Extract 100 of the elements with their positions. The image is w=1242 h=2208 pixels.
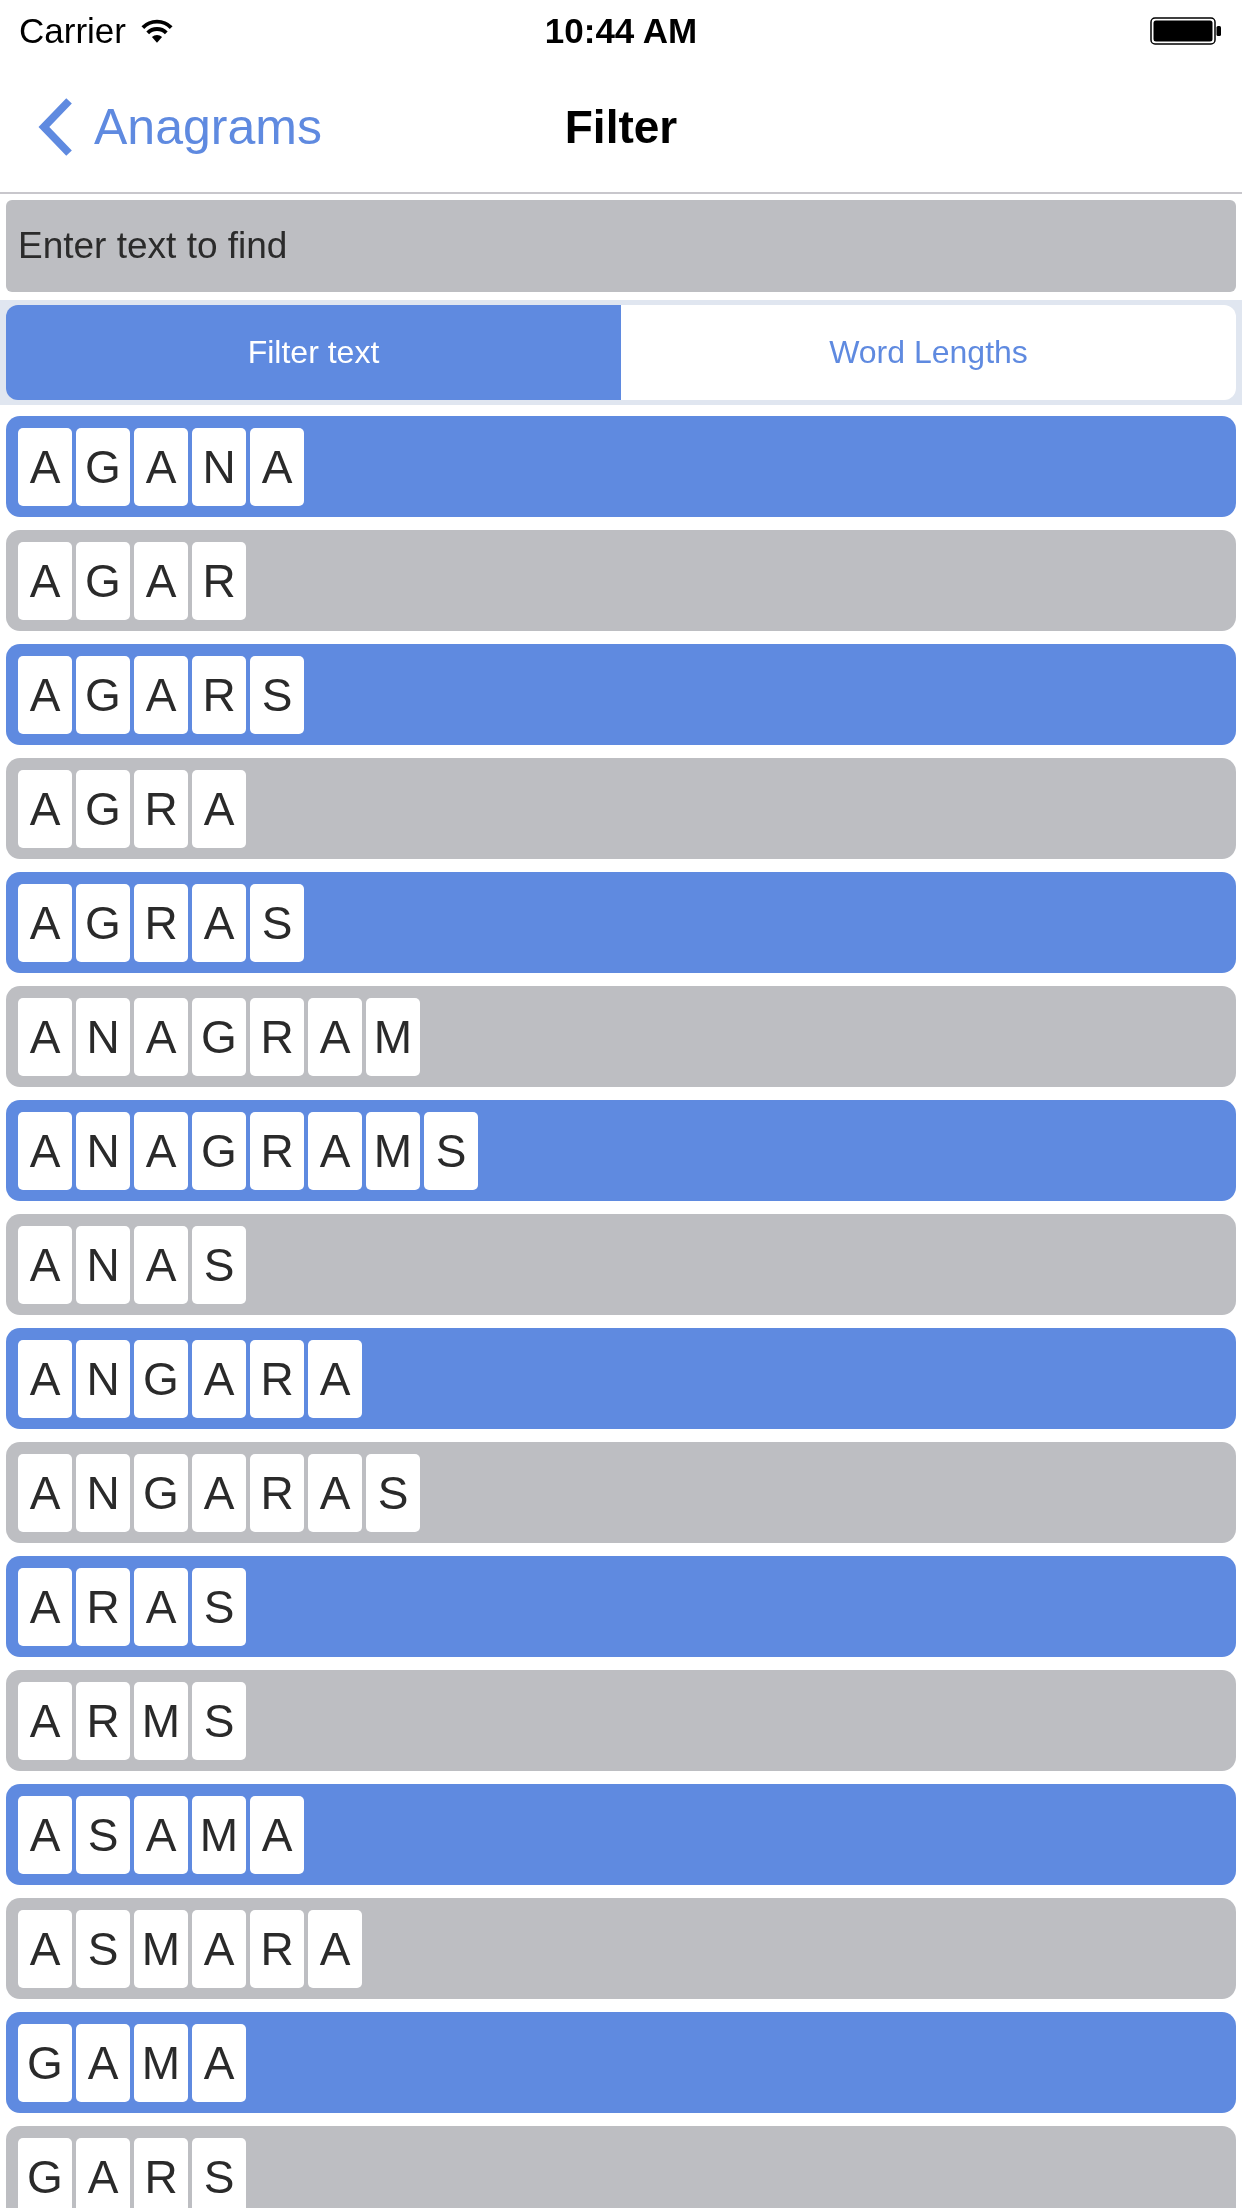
- letter-tile: R: [76, 1568, 130, 1646]
- letter-tile: A: [18, 1226, 72, 1304]
- letter-tile: R: [192, 542, 246, 620]
- letter-tile: A: [18, 542, 72, 620]
- letter-tile: G: [18, 2024, 72, 2102]
- word-row[interactable]: A N A G R A M: [6, 986, 1236, 1087]
- word-row[interactable]: A G A N A: [6, 416, 1236, 517]
- letter-tile: A: [134, 428, 188, 506]
- letter-tile: N: [76, 1454, 130, 1532]
- letter-tile: A: [192, 1454, 246, 1532]
- letter-tile: M: [134, 1910, 188, 1988]
- letter-tile: A: [134, 1796, 188, 1874]
- letter-tile: R: [250, 1910, 304, 1988]
- letter-tile: S: [76, 1910, 130, 1988]
- letter-tile: A: [18, 1112, 72, 1190]
- letter-tile: A: [18, 1682, 72, 1760]
- letter-tile: M: [366, 1112, 420, 1190]
- letter-tile: A: [134, 1568, 188, 1646]
- letter-tile: A: [308, 998, 362, 1076]
- letter-tile: A: [192, 1340, 246, 1418]
- letter-tile: G: [76, 428, 130, 506]
- letter-tile: M: [134, 2024, 188, 2102]
- letter-tile: S: [192, 1682, 246, 1760]
- letter-tile: S: [366, 1454, 420, 1532]
- letter-tile: A: [308, 1454, 362, 1532]
- letter-tile: A: [18, 428, 72, 506]
- letter-tile: A: [76, 2024, 130, 2102]
- letter-tile: G: [134, 1340, 188, 1418]
- letter-tile: R: [250, 1112, 304, 1190]
- letter-tile: A: [18, 1910, 72, 1988]
- letter-tile: A: [18, 770, 72, 848]
- letter-tile: A: [250, 428, 304, 506]
- letter-tile: S: [76, 1796, 130, 1874]
- letter-tile: S: [424, 1112, 478, 1190]
- letter-tile: A: [134, 656, 188, 734]
- letter-tile: G: [76, 656, 130, 734]
- letter-tile: N: [76, 998, 130, 1076]
- word-row[interactable]: A G A R S: [6, 644, 1236, 745]
- letter-tile: R: [250, 1454, 304, 1532]
- letter-tile: M: [366, 998, 420, 1076]
- letter-tile: A: [18, 1568, 72, 1646]
- word-row[interactable]: G A R S: [6, 2126, 1236, 2208]
- letter-tile: G: [76, 884, 130, 962]
- letter-tile: A: [134, 1112, 188, 1190]
- letter-tile: A: [192, 1910, 246, 1988]
- letter-tile: R: [134, 770, 188, 848]
- word-row[interactable]: A G R A: [6, 758, 1236, 859]
- letter-tile: A: [18, 1796, 72, 1874]
- letter-tile: G: [192, 1112, 246, 1190]
- letter-tile: A: [192, 770, 246, 848]
- letter-tile: S: [250, 656, 304, 734]
- letter-tile: N: [192, 428, 246, 506]
- word-row[interactable]: A N G A R A: [6, 1328, 1236, 1429]
- letter-tile: M: [134, 1682, 188, 1760]
- word-row[interactable]: A R M S: [6, 1670, 1236, 1771]
- word-row[interactable]: A S M A R A: [6, 1898, 1236, 1999]
- letter-tile: A: [134, 542, 188, 620]
- word-row[interactable]: A N A G R A M S: [6, 1100, 1236, 1201]
- letter-tile: S: [250, 884, 304, 962]
- letter-tile: R: [134, 2138, 188, 2208]
- letter-tile: N: [76, 1226, 130, 1304]
- word-row[interactable]: A R A S: [6, 1556, 1236, 1657]
- letter-tile: S: [192, 2138, 246, 2208]
- letter-tile: G: [192, 998, 246, 1076]
- letter-tile: M: [192, 1796, 246, 1874]
- letter-tile: A: [250, 1796, 304, 1874]
- letter-tile: A: [18, 1454, 72, 1532]
- letter-tile: A: [18, 884, 72, 962]
- word-row[interactable]: A N G A R A S: [6, 1442, 1236, 1543]
- letter-tile: A: [76, 2138, 130, 2208]
- letter-tile: A: [18, 998, 72, 1076]
- letter-tile: A: [134, 998, 188, 1076]
- letter-tile: A: [134, 1226, 188, 1304]
- search-field[interactable]: Enter text to find: [6, 200, 1236, 292]
- letter-tile: G: [76, 542, 130, 620]
- letter-tile: A: [18, 1340, 72, 1418]
- letter-tile: R: [76, 1682, 130, 1760]
- word-row[interactable]: A N A S: [6, 1214, 1236, 1315]
- letter-tile: R: [134, 884, 188, 962]
- word-row[interactable]: A S A M A: [6, 1784, 1236, 1885]
- letter-tile: R: [250, 998, 304, 1076]
- letter-tile: N: [76, 1112, 130, 1190]
- letter-tile: R: [250, 1340, 304, 1418]
- letter-tile: A: [308, 1340, 362, 1418]
- nav-title: Filter: [564, 100, 678, 154]
- letter-tile: A: [308, 1112, 362, 1190]
- battery-icon: [1150, 17, 1222, 45]
- letter-tile: S: [192, 1226, 246, 1304]
- letter-tile: R: [192, 656, 246, 734]
- word-row[interactable]: A G R A S: [6, 872, 1236, 973]
- carrier-label: Carrier: [19, 11, 126, 51]
- letter-tile: G: [18, 2138, 72, 2208]
- letter-tile: S: [192, 1568, 246, 1646]
- letter-tile: A: [192, 884, 246, 962]
- wifi-icon: [139, 18, 174, 44]
- letter-tile: G: [134, 1454, 188, 1532]
- chevron-left-icon: [37, 97, 74, 157]
- word-row[interactable]: G A M A: [6, 2012, 1236, 2113]
- word-row[interactable]: A G A R: [6, 530, 1236, 631]
- letter-tile: G: [76, 770, 130, 848]
